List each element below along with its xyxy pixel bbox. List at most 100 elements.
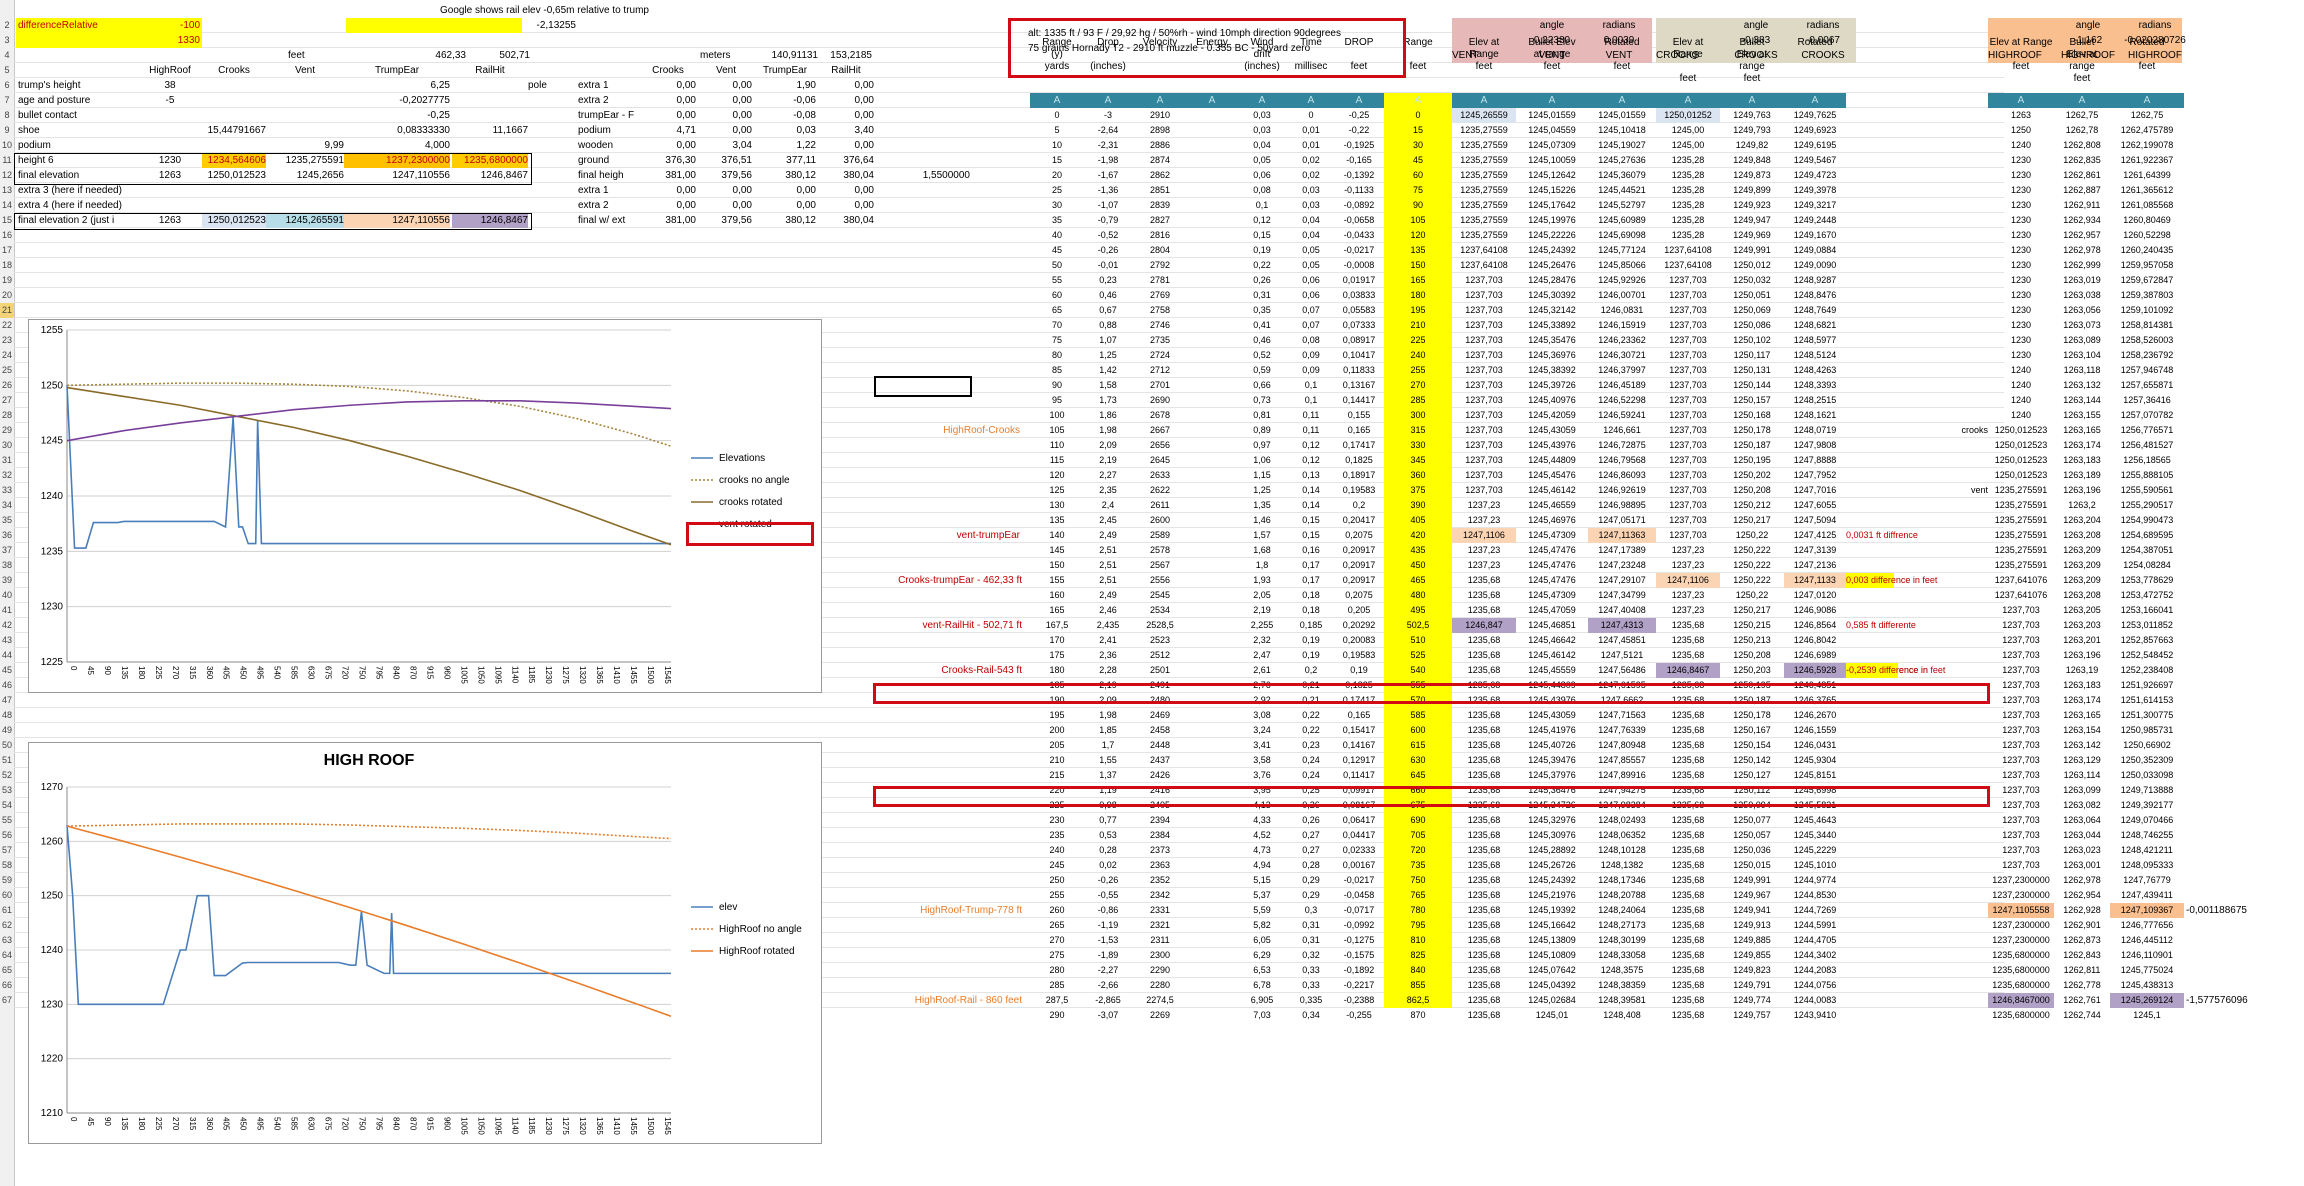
row-number[interactable]: 11	[0, 153, 14, 168]
ballistic-cell[interactable]: 1237,703	[1452, 423, 1516, 438]
ballistic-cell[interactable]: 1235,68	[1656, 903, 1720, 918]
ballistic-cell[interactable]: 1248,8476	[1784, 288, 1846, 303]
table-cell[interactable]: 0,00	[700, 123, 752, 138]
ballistic-cell[interactable]: 1250,167	[1720, 723, 1784, 738]
ballistic-cell[interactable]: 1246,661	[1588, 423, 1656, 438]
row-number[interactable]: 7	[0, 93, 14, 108]
ballistic-cell[interactable]: 1237,703	[1656, 498, 1720, 513]
ballistic-cell[interactable]: 1248,2515	[1784, 393, 1846, 408]
row-number[interactable]: 28	[0, 408, 14, 423]
ballistic-cell[interactable]: 2448	[1132, 738, 1188, 753]
filter-dropdown[interactable]: A	[1288, 93, 1334, 108]
ballistic-cell[interactable]: 1245,46976	[1516, 513, 1588, 528]
ballistic-cell[interactable]: 1259,672847	[2110, 273, 2184, 288]
ballistic-cell[interactable]: 1247,1106	[1656, 573, 1720, 588]
ballistic-cell[interactable]: 1247,5094	[1784, 513, 1846, 528]
ballistic-cell[interactable]: 1262,999	[2054, 258, 2110, 273]
ballistic-cell[interactable]: 1246,30721	[1588, 348, 1656, 363]
ballistic-cell[interactable]: 240	[1384, 348, 1452, 363]
filter-dropdown[interactable]: A	[1656, 93, 1720, 108]
row-number[interactable]: 50	[0, 738, 14, 753]
ballistic-cell[interactable]: -0,165	[1334, 153, 1384, 168]
ballistic-cell[interactable]: 2,05	[1236, 588, 1288, 603]
ballistic-cell[interactable]: 1237,703	[1988, 618, 2054, 633]
ballistic-cell[interactable]: 1245,01	[1516, 1008, 1588, 1023]
ballistic-cell[interactable]: 2,49	[1084, 528, 1132, 543]
ballistic-cell[interactable]: 1237,703	[1656, 393, 1720, 408]
ballistic-cell[interactable]: 7,03	[1236, 1008, 1288, 1023]
table-cell[interactable]: 0,00	[700, 198, 752, 213]
ballistic-cell[interactable]: 1263,044	[2054, 828, 2110, 843]
ballistic-cell[interactable]: 1235,6800000	[1988, 1008, 2054, 1023]
table-cell[interactable]	[140, 198, 200, 213]
row-number[interactable]: 53	[0, 783, 14, 798]
ballistic-cell[interactable]: 1237,703	[1452, 453, 1516, 468]
ballistic-cell[interactable]: 2,19	[1236, 603, 1288, 618]
ballistic-cell[interactable]: 1245,4643	[1784, 813, 1846, 828]
ballistic-cell[interactable]: 0,1825	[1334, 453, 1384, 468]
ballistic-cell[interactable]: 200	[1030, 723, 1084, 738]
ballistic-cell[interactable]: 1249,899	[1720, 183, 1784, 198]
ballistic-cell[interactable]: -0,0433	[1334, 228, 1384, 243]
difference-note[interactable]: 0,0031 ft diffrence	[1846, 528, 1930, 543]
ballistic-cell[interactable]: 0	[1384, 108, 1452, 123]
ballistic-cell[interactable]: 1237,703	[1656, 273, 1720, 288]
filter-dropdown[interactable]: A	[1452, 93, 1516, 108]
ballistic-cell[interactable]: 1235,27559	[1452, 213, 1516, 228]
ballistic-cell[interactable]: -0,22	[1334, 123, 1384, 138]
ballistic-cell[interactable]: 1247,3139	[1784, 543, 1846, 558]
ballistic-cell[interactable]: 1235,68	[1656, 963, 1720, 978]
ballistic-cell[interactable]: 1237,703	[1452, 393, 1516, 408]
ballistic-cell[interactable]: 1250,015	[1720, 858, 1784, 873]
ballistic-cell[interactable]: 60	[1384, 168, 1452, 183]
ballistic-cell[interactable]: 150	[1384, 258, 1452, 273]
ballistic-cell[interactable]: 2,61	[1236, 663, 1288, 678]
ballistic-cell[interactable]: 1243,9410	[1784, 1008, 1846, 1023]
ballistic-cell[interactable]: 1230	[1988, 258, 2054, 273]
ballistic-cell[interactable]: 420	[1384, 528, 1452, 543]
ballistic-cell[interactable]: 495	[1384, 603, 1452, 618]
ballistic-cell[interactable]: 2469	[1132, 708, 1188, 723]
row-number[interactable]: 45	[0, 663, 14, 678]
ballistic-cell[interactable]: 1247,45851	[1588, 633, 1656, 648]
row-number[interactable]: 4	[0, 48, 14, 63]
ballistic-cell[interactable]: 0,18	[1288, 603, 1334, 618]
ballistic-cell[interactable]: 1235,68	[1452, 933, 1516, 948]
ballistic-cell[interactable]: 1262,78	[2054, 123, 2110, 138]
ballistic-cell[interactable]: 0,23	[1288, 738, 1334, 753]
ballistic-cell[interactable]: 2622	[1132, 483, 1188, 498]
ballistic-cell[interactable]: 65	[1030, 303, 1084, 318]
ballistic-cell[interactable]: 0,88	[1084, 318, 1132, 333]
ballistic-cell[interactable]: 1263,023	[2054, 843, 2110, 858]
ballistic-cell[interactable]: 1247,85557	[1588, 753, 1656, 768]
ballistic-cell[interactable]: 1246,6989	[1784, 648, 1846, 663]
row-number[interactable]: 29	[0, 423, 14, 438]
ballistic-cell[interactable]: 1250,66902	[2110, 738, 2184, 753]
ballistic-cell[interactable]: 215	[1030, 768, 1084, 783]
table-cell[interactable]: 0,00	[640, 138, 696, 153]
ballistic-cell[interactable]: 1246,37997	[1588, 363, 1656, 378]
ballistic-cell[interactable]: 1248,3393	[1784, 378, 1846, 393]
ballistic-cell[interactable]: 0,22	[1236, 258, 1288, 273]
ballistic-cell[interactable]: 0,66	[1236, 378, 1288, 393]
ballistic-cell[interactable]: 1235,68	[1452, 603, 1516, 618]
table-cell[interactable]: 0,00	[700, 93, 752, 108]
table-cell[interactable]	[266, 93, 344, 108]
ballistic-cell[interactable]: 1245,28476	[1516, 273, 1588, 288]
row3-value[interactable]: 1330	[140, 33, 200, 48]
table-cell[interactable]: 380,12	[754, 213, 816, 228]
ballistic-cell[interactable]: 1262,835	[2054, 153, 2110, 168]
table-cell[interactable]: 0,00	[754, 183, 816, 198]
ballistic-cell[interactable]: 1245,36976	[1516, 348, 1588, 363]
ballistic-cell[interactable]: 0,07	[1288, 303, 1334, 318]
ballistic-cell[interactable]: 1250,012523	[1988, 438, 2054, 453]
ballistic-cell[interactable]: 1258,814381	[2110, 318, 2184, 333]
ballistic-cell[interactable]: 1249,967	[1720, 888, 1784, 903]
ballistic-cell[interactable]: 1250,144	[1720, 378, 1784, 393]
row-number[interactable]: 33	[0, 483, 14, 498]
ballistic-cell[interactable]: 1247,1106	[1452, 528, 1516, 543]
ballistic-cell[interactable]: 1245,775024	[2110, 963, 2184, 978]
ballistic-cell[interactable]: 1262,861	[2054, 168, 2110, 183]
ballistic-cell[interactable]: 1245,35476	[1516, 333, 1588, 348]
ballistic-cell[interactable]: 1245,26726	[1516, 858, 1588, 873]
